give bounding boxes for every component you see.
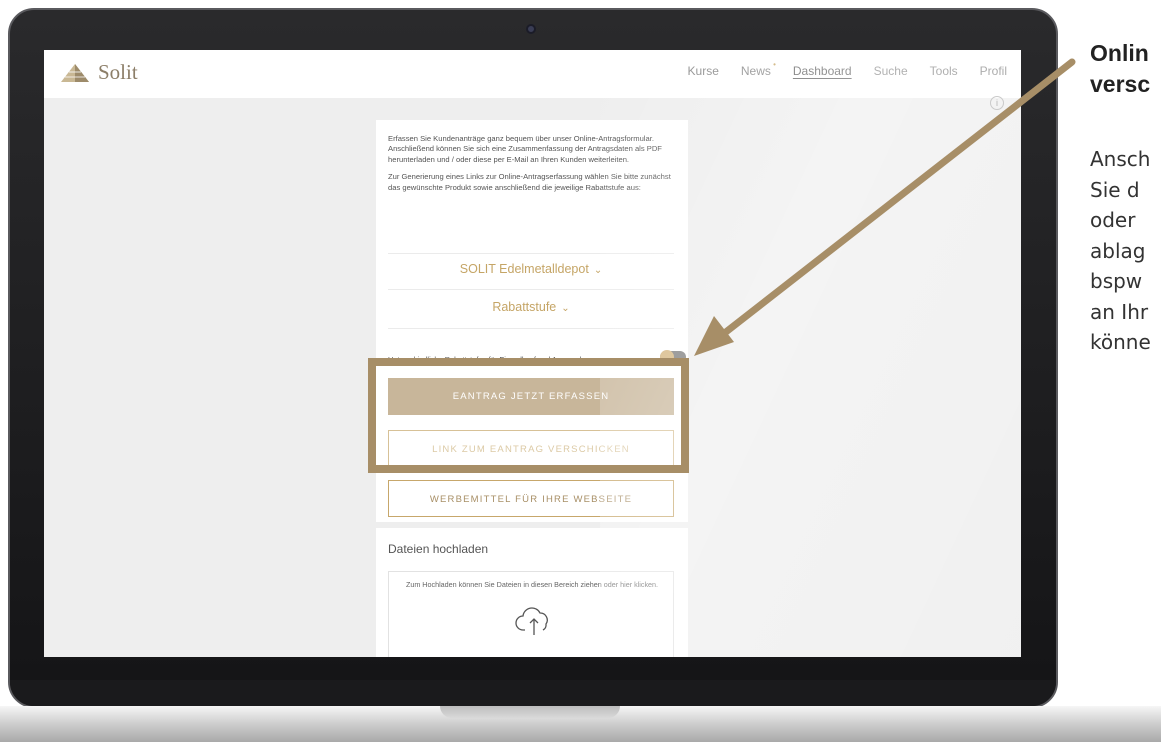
pyramid-logo-icon: [61, 63, 89, 82]
intro-paragraph-1: Erfassen Sie Kundenanträge ganz bequem ü…: [388, 134, 662, 164]
webcam-icon: [526, 24, 536, 34]
discount-select[interactable]: Rabattstufe ⌄: [388, 300, 674, 314]
discount-select-value: Rabattstufe: [492, 300, 557, 314]
eantrag-erfassen-button[interactable]: EANTRAG JETZT ERFASSEN: [388, 378, 674, 415]
upload-card: Dateien hochladen Zum Hochladen können S…: [376, 528, 688, 657]
file-dropzone[interactable]: Zum Hochladen können Sie Dateien in dies…: [388, 571, 674, 657]
discount-toggle-row: Unterschiedliche Rabattstufen für Einmal…: [388, 350, 686, 364]
dropzone-hint: Zum Hochladen können Sie Dateien in dies…: [405, 580, 659, 589]
cloud-upload-icon: [515, 607, 548, 635]
nav-item-news[interactable]: News •: [740, 60, 776, 78]
intro-text: Erfassen Sie Kundenanträge ganz bequem ü…: [388, 134, 680, 193]
chevron-down-icon: ⌄: [561, 303, 570, 314]
eantrag-card: Erfassen Sie Kundenanträge ganz bequem ü…: [376, 120, 688, 522]
laptop-screen: Solit Kurse News • Dashboard Suche Tools…: [44, 50, 1021, 657]
nav-item-news-label: News: [740, 64, 771, 78]
divider: [388, 289, 674, 290]
brand-logo[interactable]: Solit: [60, 60, 138, 85]
callout-text: Ansch Sie d oder ablag bspw an Ihr könne: [1090, 147, 1151, 354]
ad-material-button[interactable]: WERBEMITTEL FÜR IHRE WEBSEITE: [388, 480, 674, 517]
nav-item-tools[interactable]: Tools: [930, 64, 958, 78]
laptop-bezel-bottom: [10, 680, 1056, 706]
main-nav: Kurse News • Dashboard Suche Tools Profi…: [666, 60, 1007, 78]
nav-item-dashboard[interactable]: Dashboard: [793, 64, 852, 78]
nav-item-profil[interactable]: Profil: [980, 64, 1007, 78]
info-icon[interactable]: i: [990, 96, 1004, 110]
laptop-opening-notch: [440, 706, 620, 718]
send-link-button[interactable]: LINK ZUM EANTRAG VERSCHICKEN: [388, 430, 674, 467]
news-notification-dot: •: [773, 60, 776, 69]
app-header: Solit Kurse News • Dashboard Suche Tools…: [44, 50, 1021, 98]
nav-item-suche[interactable]: Suche: [874, 64, 908, 78]
divider: [388, 253, 674, 254]
nav-item-kurse[interactable]: Kurse: [688, 64, 719, 78]
chevron-down-icon: ⌄: [593, 265, 603, 276]
product-select[interactable]: SOLIT Edelmetalldepot ⌄: [388, 262, 674, 276]
discount-toggle-switch[interactable]: [660, 350, 686, 364]
product-select-value: SOLIT Edelmetalldepot: [459, 262, 589, 276]
callout-title: Onlin versc: [1090, 40, 1151, 97]
upload-title: Dateien hochladen: [388, 542, 489, 556]
divider: [388, 328, 674, 329]
brand-name: Solit: [98, 60, 138, 84]
toggle-knob: [660, 350, 674, 364]
discount-toggle-label: Unterschiedliche Rabattstufen für Einmal…: [388, 355, 590, 364]
intro-paragraph-2: Zur Generierung eines Links zur Online-A…: [388, 172, 671, 192]
